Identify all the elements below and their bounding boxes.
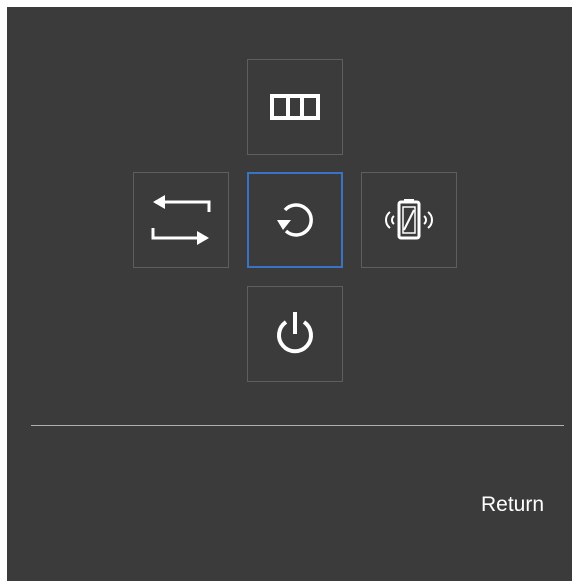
jog-menu-screen: Return [7, 7, 572, 581]
return-icon [273, 198, 317, 242]
power-icon [273, 310, 317, 358]
divider [31, 425, 564, 426]
picture-mode-button[interactable] [247, 59, 343, 155]
eco-battery-button[interactable] [361, 172, 457, 268]
return-button[interactable] [247, 172, 343, 268]
power-button[interactable] [247, 286, 343, 382]
source-switch-icon [151, 194, 211, 246]
eco-battery-icon [376, 198, 442, 242]
return-label: Return [480, 493, 544, 516]
source-switch-button[interactable] [133, 172, 229, 268]
picture-mode-icon [270, 94, 320, 120]
